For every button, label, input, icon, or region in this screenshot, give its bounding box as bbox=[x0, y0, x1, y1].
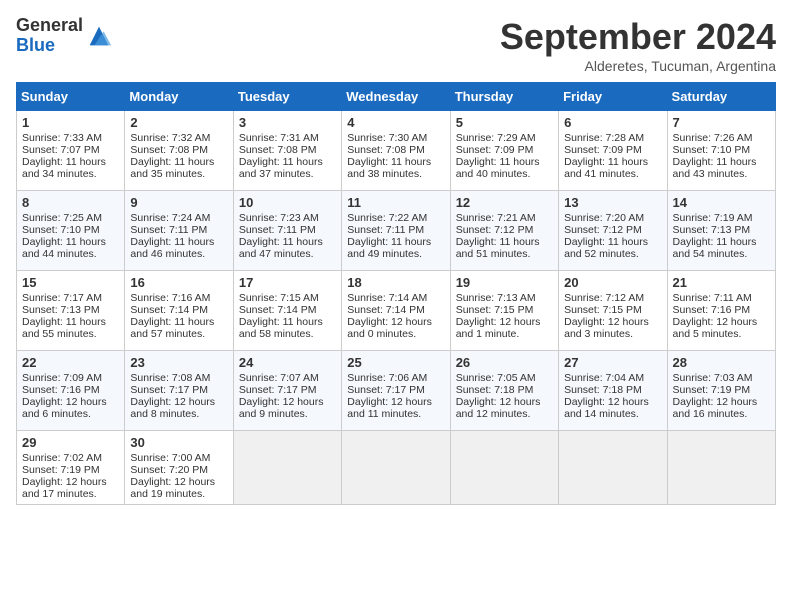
table-cell: 23Sunrise: 7:08 AMSunset: 7:17 PMDayligh… bbox=[125, 351, 233, 431]
table-cell: 18Sunrise: 7:14 AMSunset: 7:14 PMDayligh… bbox=[342, 271, 450, 351]
table-cell: 17Sunrise: 7:15 AMSunset: 7:14 PMDayligh… bbox=[233, 271, 341, 351]
table-cell: 16Sunrise: 7:16 AMSunset: 7:14 PMDayligh… bbox=[125, 271, 233, 351]
logo-blue-text: Blue bbox=[16, 36, 83, 56]
table-cell: 9Sunrise: 7:24 AMSunset: 7:11 PMDaylight… bbox=[125, 191, 233, 271]
table-cell: 11Sunrise: 7:22 AMSunset: 7:11 PMDayligh… bbox=[342, 191, 450, 271]
col-friday: Friday bbox=[559, 83, 667, 111]
table-cell: 19Sunrise: 7:13 AMSunset: 7:15 PMDayligh… bbox=[450, 271, 558, 351]
day-number: 10 bbox=[239, 195, 336, 210]
day-number: 14 bbox=[673, 195, 770, 210]
title-section: September 2024 Alderetes, Tucuman, Argen… bbox=[500, 16, 776, 74]
page-header: General Blue September 2024 Alderetes, T… bbox=[16, 16, 776, 74]
col-tuesday: Tuesday bbox=[233, 83, 341, 111]
table-cell: 8Sunrise: 7:25 AMSunset: 7:10 PMDaylight… bbox=[17, 191, 125, 271]
day-number: 19 bbox=[456, 275, 553, 290]
day-number: 23 bbox=[130, 355, 227, 370]
table-cell: 29Sunrise: 7:02 AMSunset: 7:19 PMDayligh… bbox=[17, 431, 125, 505]
header-row: Sunday Monday Tuesday Wednesday Thursday… bbox=[17, 83, 776, 111]
table-cell: 4Sunrise: 7:30 AMSunset: 7:08 PMDaylight… bbox=[342, 111, 450, 191]
day-number: 13 bbox=[564, 195, 661, 210]
day-number: 25 bbox=[347, 355, 444, 370]
col-thursday: Thursday bbox=[450, 83, 558, 111]
table-cell: 12Sunrise: 7:21 AMSunset: 7:12 PMDayligh… bbox=[450, 191, 558, 271]
day-number: 27 bbox=[564, 355, 661, 370]
table-cell: 6Sunrise: 7:28 AMSunset: 7:09 PMDaylight… bbox=[559, 111, 667, 191]
day-number: 6 bbox=[564, 115, 661, 130]
table-cell: 21Sunrise: 7:11 AMSunset: 7:16 PMDayligh… bbox=[667, 271, 775, 351]
col-sunday: Sunday bbox=[17, 83, 125, 111]
day-number: 5 bbox=[456, 115, 553, 130]
table-cell: 10Sunrise: 7:23 AMSunset: 7:11 PMDayligh… bbox=[233, 191, 341, 271]
table-cell: 27Sunrise: 7:04 AMSunset: 7:18 PMDayligh… bbox=[559, 351, 667, 431]
table-cell bbox=[667, 431, 775, 505]
table-cell: 13Sunrise: 7:20 AMSunset: 7:12 PMDayligh… bbox=[559, 191, 667, 271]
day-number: 7 bbox=[673, 115, 770, 130]
table-cell: 15Sunrise: 7:17 AMSunset: 7:13 PMDayligh… bbox=[17, 271, 125, 351]
logo-general-text: General bbox=[16, 16, 83, 36]
table-cell: 30Sunrise: 7:00 AMSunset: 7:20 PMDayligh… bbox=[125, 431, 233, 505]
table-cell: 14Sunrise: 7:19 AMSunset: 7:13 PMDayligh… bbox=[667, 191, 775, 271]
table-cell: 2Sunrise: 7:32 AMSunset: 7:08 PMDaylight… bbox=[125, 111, 233, 191]
table-cell: 24Sunrise: 7:07 AMSunset: 7:17 PMDayligh… bbox=[233, 351, 341, 431]
day-number: 2 bbox=[130, 115, 227, 130]
table-cell bbox=[450, 431, 558, 505]
table-cell bbox=[559, 431, 667, 505]
col-wednesday: Wednesday bbox=[342, 83, 450, 111]
table-cell: 1Sunrise: 7:33 AMSunset: 7:07 PMDaylight… bbox=[17, 111, 125, 191]
day-number: 3 bbox=[239, 115, 336, 130]
day-number: 8 bbox=[22, 195, 119, 210]
table-cell: 22Sunrise: 7:09 AMSunset: 7:16 PMDayligh… bbox=[17, 351, 125, 431]
day-number: 4 bbox=[347, 115, 444, 130]
day-number: 28 bbox=[673, 355, 770, 370]
day-number: 18 bbox=[347, 275, 444, 290]
col-monday: Monday bbox=[125, 83, 233, 111]
day-number: 22 bbox=[22, 355, 119, 370]
day-number: 1 bbox=[22, 115, 119, 130]
day-number: 20 bbox=[564, 275, 661, 290]
table-cell: 25Sunrise: 7:06 AMSunset: 7:17 PMDayligh… bbox=[342, 351, 450, 431]
table-cell: 28Sunrise: 7:03 AMSunset: 7:19 PMDayligh… bbox=[667, 351, 775, 431]
table-cell: 7Sunrise: 7:26 AMSunset: 7:10 PMDaylight… bbox=[667, 111, 775, 191]
table-cell bbox=[342, 431, 450, 505]
day-number: 16 bbox=[130, 275, 227, 290]
table-cell: 3Sunrise: 7:31 AMSunset: 7:08 PMDaylight… bbox=[233, 111, 341, 191]
day-number: 29 bbox=[22, 435, 119, 450]
day-number: 26 bbox=[456, 355, 553, 370]
col-saturday: Saturday bbox=[667, 83, 775, 111]
table-cell: 5Sunrise: 7:29 AMSunset: 7:09 PMDaylight… bbox=[450, 111, 558, 191]
table-cell: 26Sunrise: 7:05 AMSunset: 7:18 PMDayligh… bbox=[450, 351, 558, 431]
day-number: 9 bbox=[130, 195, 227, 210]
location: Alderetes, Tucuman, Argentina bbox=[500, 58, 776, 74]
table-cell bbox=[233, 431, 341, 505]
calendar-table: Sunday Monday Tuesday Wednesday Thursday… bbox=[16, 82, 776, 505]
day-number: 21 bbox=[673, 275, 770, 290]
day-number: 11 bbox=[347, 195, 444, 210]
day-number: 15 bbox=[22, 275, 119, 290]
day-number: 24 bbox=[239, 355, 336, 370]
table-cell: 20Sunrise: 7:12 AMSunset: 7:15 PMDayligh… bbox=[559, 271, 667, 351]
month-title: September 2024 bbox=[500, 16, 776, 58]
day-number: 12 bbox=[456, 195, 553, 210]
logo: General Blue bbox=[16, 16, 113, 56]
logo-icon bbox=[85, 22, 113, 50]
day-number: 17 bbox=[239, 275, 336, 290]
day-number: 30 bbox=[130, 435, 227, 450]
